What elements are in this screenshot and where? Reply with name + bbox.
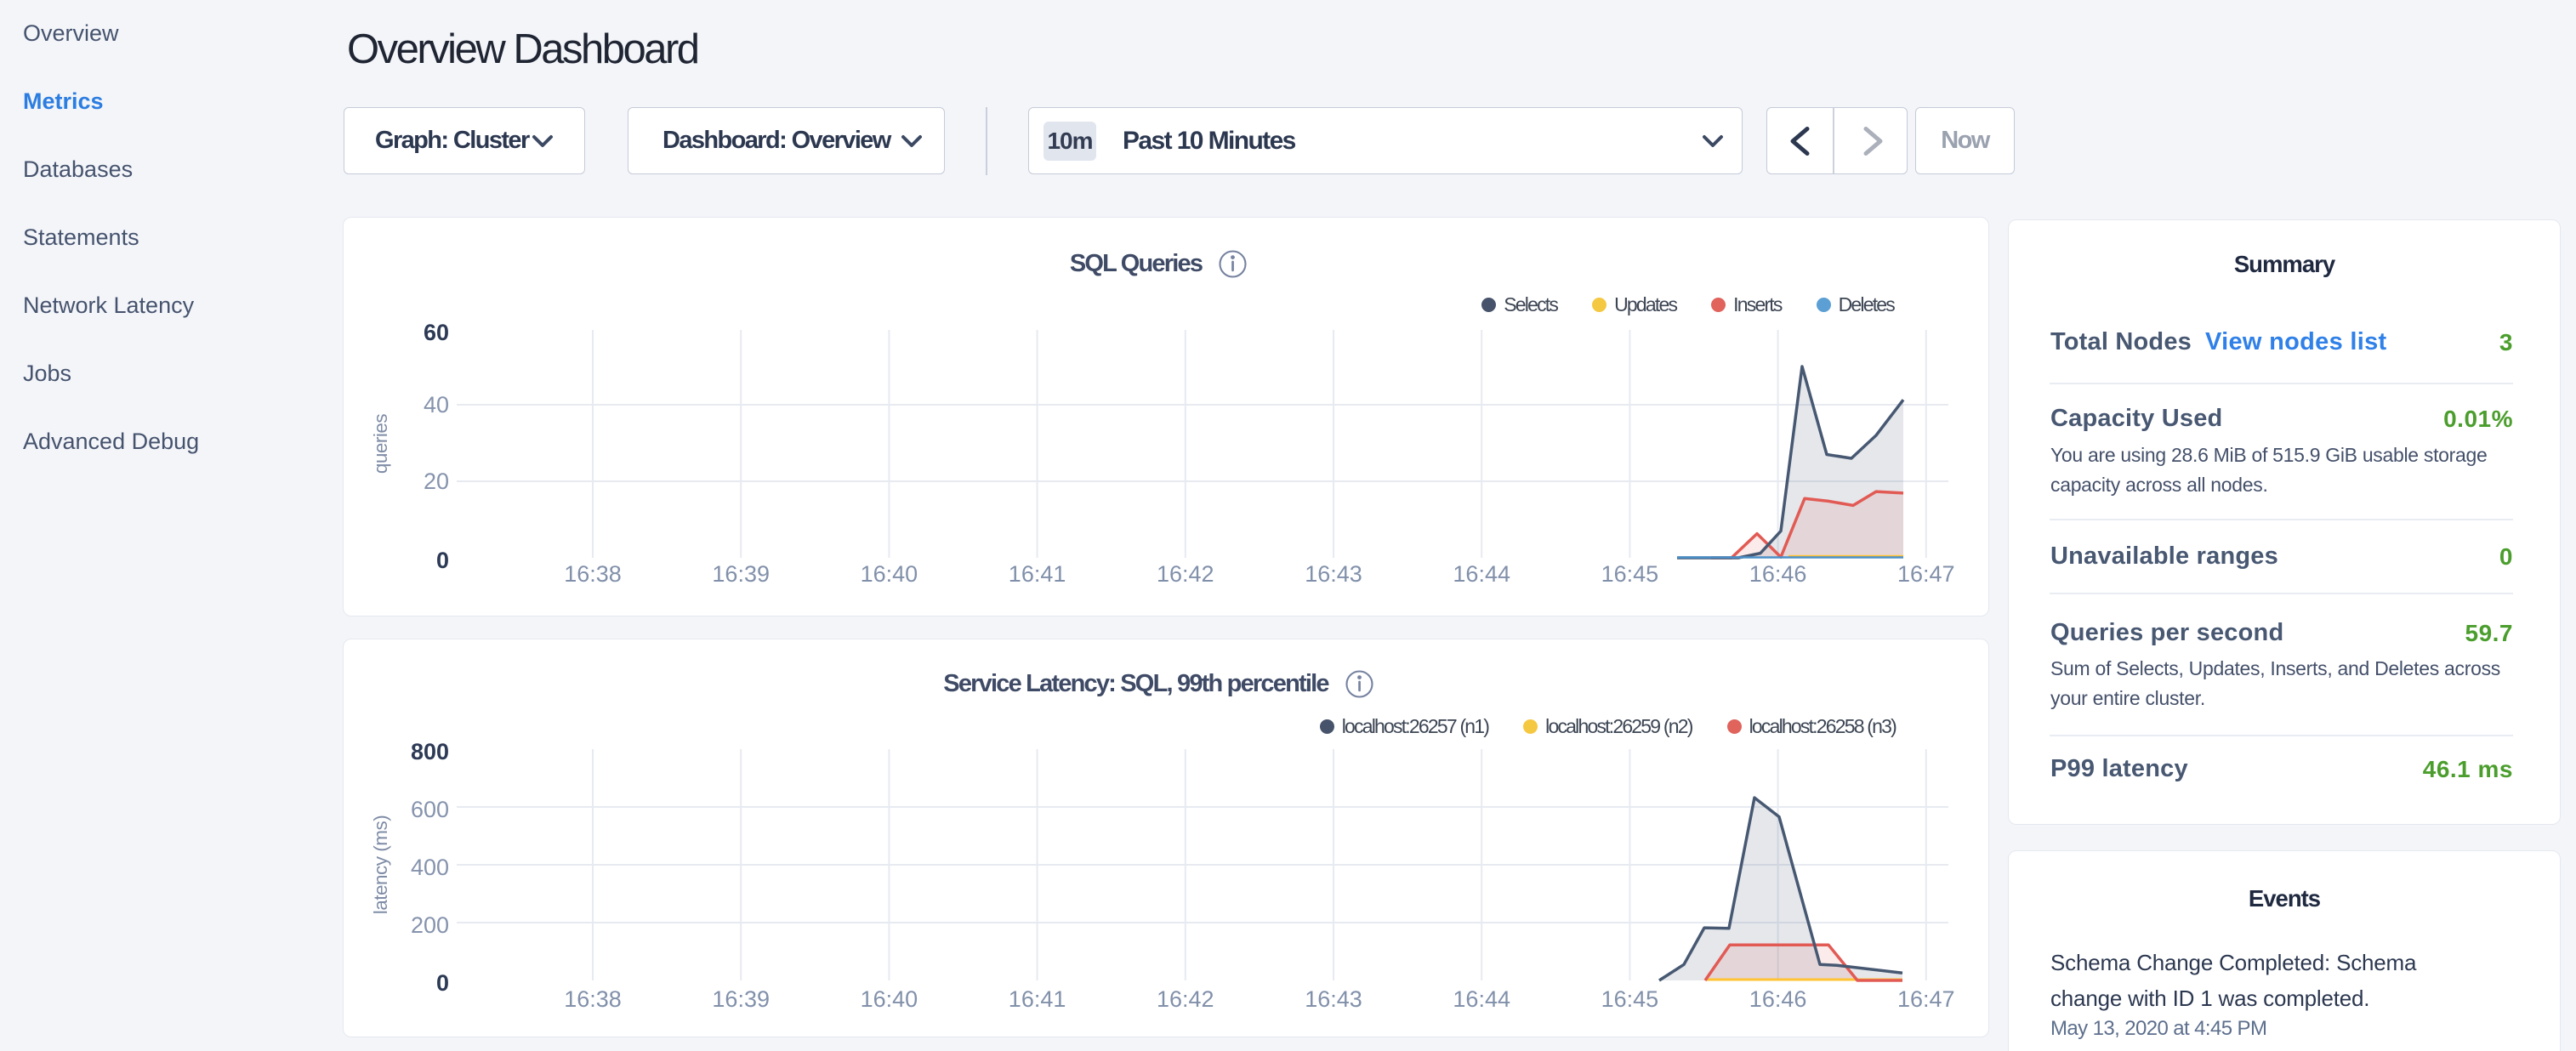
svg-text:16:42: 16:42: [1157, 986, 1214, 1012]
svg-text:16:47: 16:47: [1897, 986, 1955, 1012]
svg-text:16:38: 16:38: [564, 561, 622, 587]
svg-text:16:46: 16:46: [1749, 986, 1807, 1012]
svg-text:16:43: 16:43: [1305, 561, 1362, 587]
svg-text:400: 400: [411, 855, 449, 880]
svg-text:queries: queries: [370, 414, 391, 474]
svg-text:16:41: 16:41: [1009, 561, 1066, 587]
svg-text:latency (ms): latency (ms): [370, 815, 391, 915]
svg-text:0: 0: [436, 548, 449, 573]
svg-text:16:38: 16:38: [564, 986, 622, 1012]
svg-text:16:42: 16:42: [1157, 561, 1214, 587]
svg-text:800: 800: [411, 739, 449, 764]
svg-text:16:47: 16:47: [1897, 561, 1955, 587]
svg-text:0: 0: [436, 970, 449, 996]
svg-text:40: 40: [424, 392, 449, 418]
svg-text:16:45: 16:45: [1601, 986, 1659, 1012]
svg-text:16:44: 16:44: [1453, 561, 1510, 587]
svg-text:16:39: 16:39: [712, 561, 770, 587]
svg-text:200: 200: [411, 912, 449, 938]
svg-text:600: 600: [411, 797, 449, 822]
svg-text:16:40: 16:40: [861, 561, 918, 587]
svg-text:16:46: 16:46: [1749, 561, 1807, 587]
svg-text:16:40: 16:40: [861, 986, 918, 1012]
svg-text:16:39: 16:39: [712, 986, 770, 1012]
svg-text:16:44: 16:44: [1453, 986, 1510, 1012]
svg-text:20: 20: [424, 469, 449, 494]
svg-text:16:43: 16:43: [1305, 986, 1362, 1012]
svg-text:60: 60: [424, 320, 449, 345]
svg-text:16:45: 16:45: [1601, 561, 1659, 587]
svg-text:16:41: 16:41: [1009, 986, 1066, 1012]
